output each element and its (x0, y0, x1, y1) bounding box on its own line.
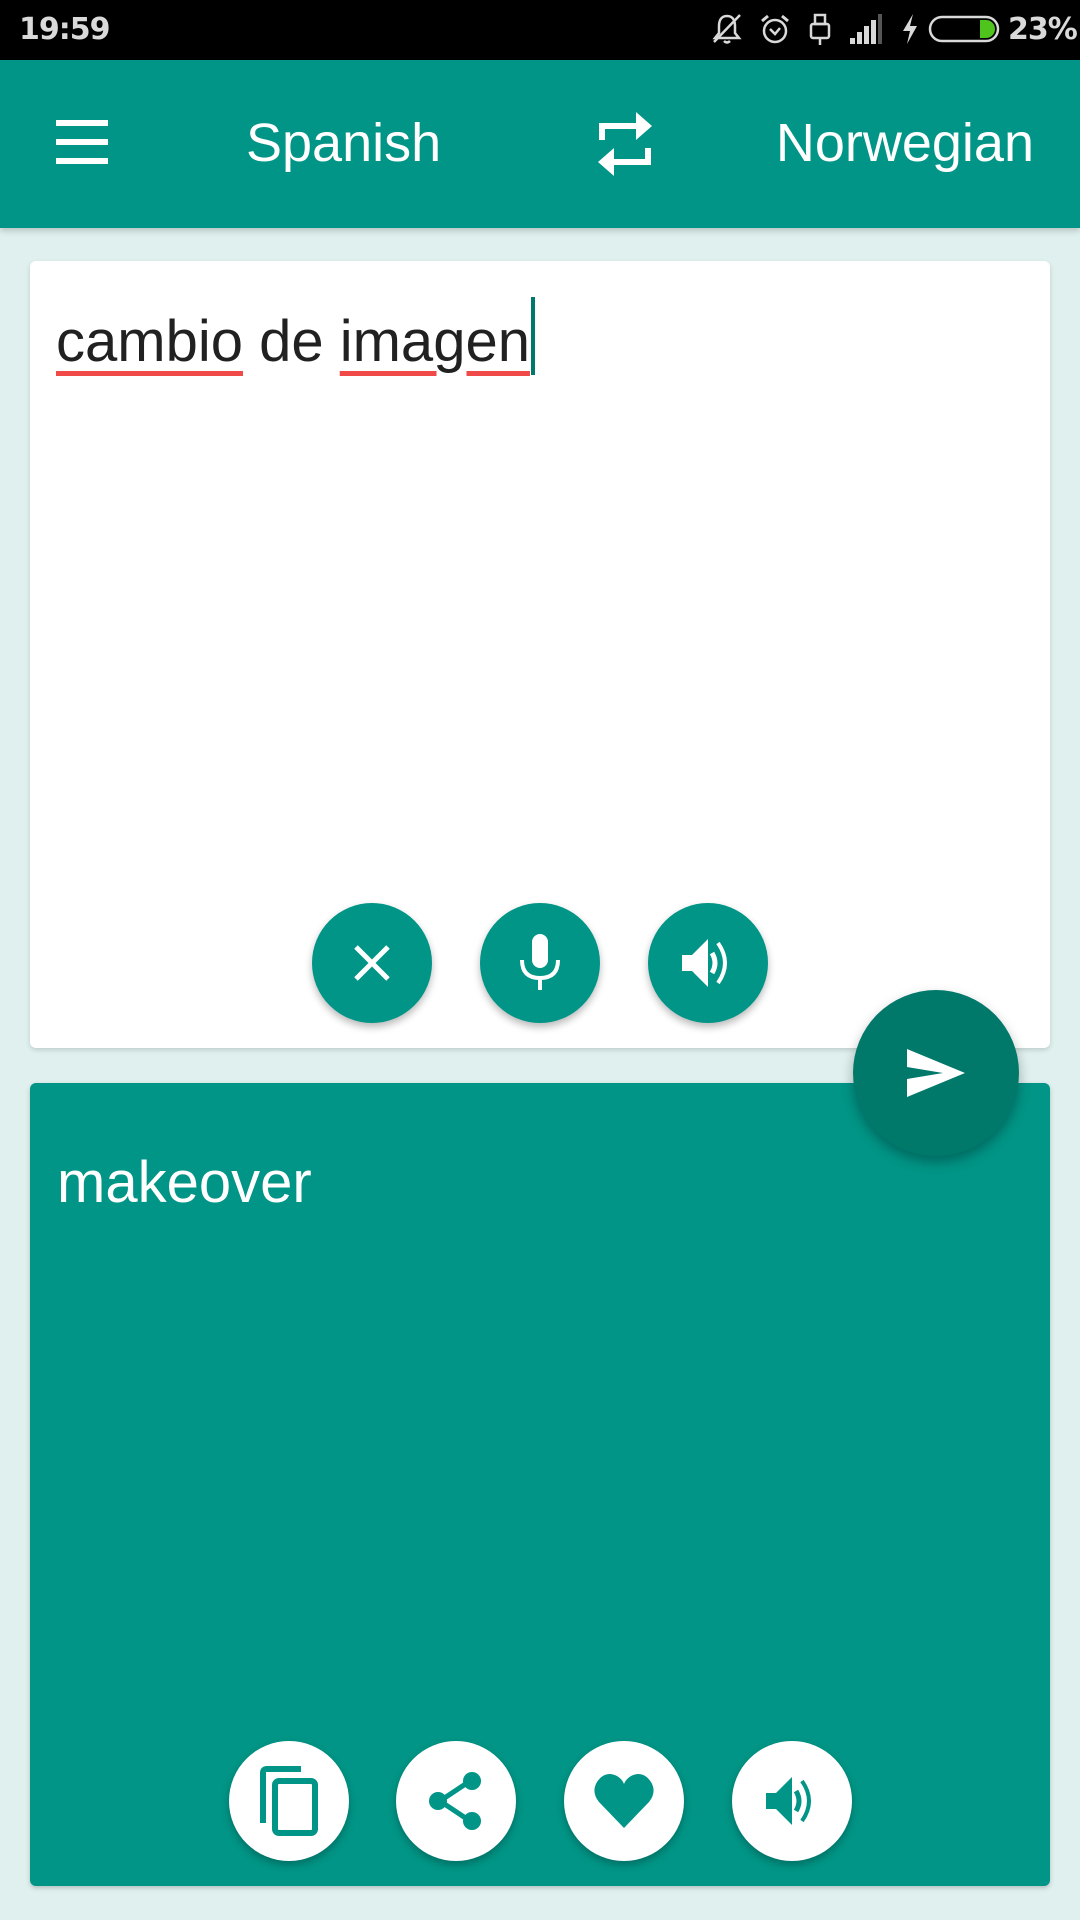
battery-icon (928, 15, 1000, 43)
notifications-off-icon (712, 14, 742, 44)
close-icon (354, 945, 390, 981)
share-icon (429, 1772, 481, 1830)
speak-translation-button[interactable] (732, 1741, 852, 1861)
swap-languages-button[interactable] (592, 108, 658, 180)
target-language-selector[interactable]: Norwegian (776, 112, 1034, 174)
copy-icon (260, 1766, 318, 1836)
source-word: de (242, 309, 340, 374)
source-word: cambio (56, 309, 243, 374)
source-language-selector[interactable]: Spanish (246, 112, 441, 174)
app-toolbar: Spanish Norwegian (0, 60, 1080, 228)
speaker-icon (766, 1777, 811, 1825)
alarm-icon (761, 14, 789, 44)
microphone-button[interactable] (480, 903, 600, 1023)
status-bar: 19:59 23% (0, 0, 1080, 60)
charging-bolt-icon (903, 14, 917, 44)
translation-panel: makeover (30, 1083, 1050, 1886)
speak-source-button[interactable] (648, 903, 768, 1023)
translate-button[interactable] (853, 990, 1019, 1156)
source-text-panel: cambio de imagen (30, 261, 1050, 1048)
usb-lock-icon (809, 13, 831, 45)
swap-languages-icon (598, 112, 652, 176)
send-icon (907, 1049, 965, 1097)
clear-button[interactable] (312, 903, 432, 1023)
translation-text: makeover (57, 1150, 312, 1215)
favorite-button[interactable] (564, 1741, 684, 1861)
source-word: imagen (339, 309, 530, 374)
battery-percent: 23% (1008, 12, 1078, 47)
speaker-icon (682, 939, 727, 987)
menu-button[interactable] (52, 120, 112, 168)
microphone-icon (520, 934, 560, 990)
source-text-input[interactable]: cambio de imagen (56, 297, 535, 375)
copy-button[interactable] (229, 1741, 349, 1861)
share-button[interactable] (396, 1741, 516, 1861)
text-cursor (530, 297, 535, 375)
signal-icon (850, 14, 882, 44)
heart-icon (594, 1774, 654, 1828)
status-time: 19:59 (19, 12, 110, 47)
